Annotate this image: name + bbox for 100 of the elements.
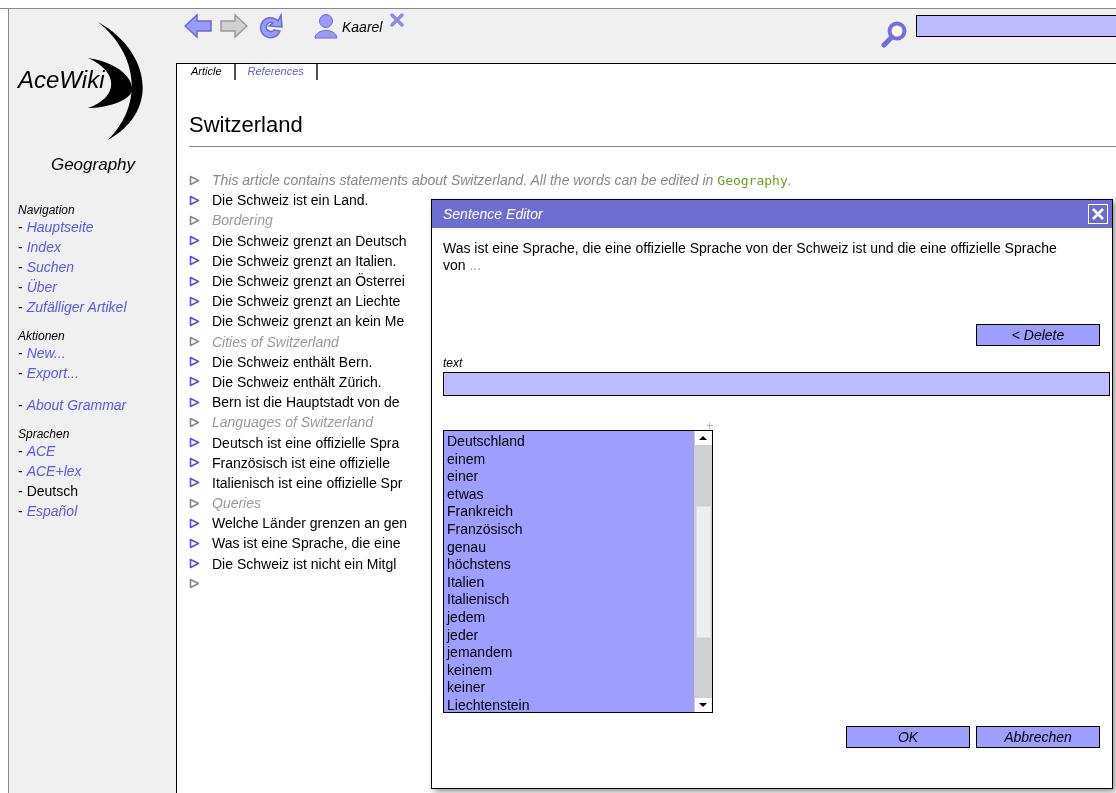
- bullet-dash: -: [18, 278, 23, 297]
- sentence-text[interactable]: Die Schweiz enthält Bern.: [212, 353, 373, 370]
- logout-x-icon[interactable]: [390, 13, 405, 27]
- sentence-menu-icon[interactable]: [189, 275, 200, 287]
- sidebar-link[interactable]: Zufälliger Artikel: [26, 297, 127, 317]
- list-option[interactable]: Französisch: [447, 520, 691, 539]
- section-heading: Languages of Switzerland: [212, 414, 374, 431]
- list-option[interactable]: jeder: [447, 626, 691, 645]
- triangle-icon[interactable]: [189, 174, 200, 186]
- close-icon[interactable]: [1088, 204, 1108, 224]
- sidebar-link[interactable]: Über: [26, 277, 58, 297]
- sentence-text[interactable]: Die Schweiz grenzt an Deutsch: [212, 232, 407, 249]
- section-title: Navigation: [18, 203, 76, 217]
- bullet-dash: -: [18, 482, 23, 501]
- list-option[interactable]: etwas: [447, 485, 691, 504]
- sentence-menu-icon[interactable]: [189, 558, 200, 570]
- sentence-menu-icon[interactable]: [189, 295, 200, 307]
- list-option[interactable]: genau: [447, 538, 691, 557]
- triangle-icon[interactable]: [189, 416, 200, 428]
- sidebar-link[interactable]: Export...: [26, 363, 79, 383]
- article-title: Switzerland: [189, 112, 1116, 147]
- delete-button[interactable]: < Delete: [976, 324, 1100, 346]
- comment-text: This article contains statements about Switzerland. All the words can be edited in Geography.: [212, 172, 792, 189]
- list-option[interactable]: Liechtenstein: [447, 696, 691, 712]
- cancel-button[interactable]: Abbrechen: [976, 726, 1100, 748]
- sidebar-link[interactable]: Suchen: [26, 257, 75, 277]
- dialog-title: Sentence Editor: [443, 206, 543, 222]
- tab[interactable]: Article: [189, 64, 236, 80]
- sentence-text: Was ist eine Sprache, die eine offizielle Sprache von der Schweiz ist und die eine offizielle Sprache von ...: [443, 240, 1058, 275]
- sentence-text[interactable]: Deutsch ist eine offizielle Spra: [212, 434, 400, 451]
- triangle-icon[interactable]: [189, 497, 200, 509]
- ok-button[interactable]: OK: [846, 726, 970, 748]
- word-list-box[interactable]: Deutschland einem einer etwas Frankreich Französisch genau höchstens Italien Italienisch jedem jeder jemandem keinem keiner Liechtenstein: [443, 430, 713, 713]
- sidebar-link[interactable]: Hauptseite: [26, 217, 94, 237]
- list-option[interactable]: jemandem: [447, 644, 691, 662]
- sentence-menu-icon[interactable]: [189, 396, 200, 408]
- triangle-icon[interactable]: [189, 214, 200, 226]
- sentence-menu-icon[interactable]: [189, 477, 200, 489]
- list-option[interactable]: keinem: [447, 661, 691, 680]
- sentence-text[interactable]: Die Schweiz enthält Zürich.: [212, 373, 382, 390]
- search-field[interactable]: [916, 15, 1116, 37]
- tab[interactable]: References: [235, 64, 318, 80]
- sentence-menu-icon[interactable]: [189, 457, 200, 469]
- scroll-up-icon[interactable]: [695, 431, 711, 445]
- back-arrow-icon[interactable]: [184, 13, 212, 39]
- text-input-field[interactable]: [443, 372, 1110, 396]
- list-option[interactable]: höchstens: [447, 556, 691, 574]
- sentence-menu-icon[interactable]: [189, 376, 200, 388]
- section-heading: Queries: [212, 495, 262, 512]
- scroll-down-icon[interactable]: [695, 698, 711, 712]
- sentence-menu-icon[interactable]: [189, 437, 200, 449]
- bullet-dash: -: [18, 218, 23, 237]
- sentence-text[interactable]: Bern ist die Hauptstadt von de: [212, 394, 400, 411]
- section-title: Aktionen: [18, 329, 66, 343]
- section-title: Sprachen: [18, 427, 71, 441]
- bullet-dash: -: [18, 364, 23, 383]
- sentence-menu-icon[interactable]: [189, 356, 200, 368]
- sentence-menu-icon[interactable]: [189, 537, 200, 549]
- sentence-text[interactable]: Die Schweiz grenzt an Liechte: [212, 293, 401, 310]
- scrollbar[interactable]: [694, 431, 712, 712]
- sentence-text[interactable]: Französisch ist eine offizielle: [212, 454, 390, 471]
- list-option[interactable]: einer: [447, 468, 691, 486]
- sentence-text[interactable]: Die Schweiz grenzt an Italien.: [212, 252, 397, 269]
- sidebar-link[interactable]: Index: [26, 237, 61, 257]
- sentence-menu-icon[interactable]: [189, 517, 200, 529]
- bullet-dash: -: [18, 502, 23, 521]
- sidebar-link[interactable]: About Grammar: [26, 395, 127, 415]
- sentence-menu-icon[interactable]: [189, 255, 200, 267]
- sentence-text[interactable]: Die Schweiz ist nicht ein Mitgl: [212, 555, 397, 572]
- list-option[interactable]: Italien: [447, 573, 691, 592]
- search-icon[interactable]: [880, 20, 908, 48]
- section-heading: Cities of Switzerland: [212, 333, 339, 350]
- sidebar-link[interactable]: Deutsch: [26, 481, 79, 501]
- bullet-dash: -: [18, 258, 23, 277]
- sentence-text[interactable]: Die Schweiz ist ein Land.: [212, 192, 369, 209]
- sentence-menu-icon[interactable]: [189, 315, 200, 327]
- sentence-menu-icon[interactable]: [189, 194, 200, 206]
- bullet-dash: -: [18, 396, 23, 415]
- sentence-text[interactable]: Die Schweiz grenzt an Österrei: [212, 273, 405, 290]
- list-option[interactable]: einem: [447, 450, 691, 469]
- sidebar-link[interactable]: New...: [26, 343, 66, 363]
- sentence-menu-icon[interactable]: [189, 235, 200, 247]
- sidebar-link[interactable]: ACE+lex: [26, 461, 82, 481]
- list-option[interactable]: Frankreich: [447, 503, 691, 521]
- sentence-text[interactable]: Was ist eine Sprache, die eine: [212, 535, 401, 552]
- user-icon: [314, 13, 338, 39]
- list-option[interactable]: Italienisch: [447, 591, 691, 609]
- triangle-icon[interactable]: [189, 578, 200, 590]
- sidebar-link[interactable]: ACE: [26, 441, 56, 461]
- scroll-thumb[interactable]: [696, 505, 711, 638]
- sentence-text[interactable]: Die Schweiz grenzt an kein Me: [212, 313, 405, 330]
- list-option[interactable]: keiner: [447, 679, 691, 697]
- triangle-icon[interactable]: [189, 336, 200, 348]
- sentence-text[interactable]: Italienisch ist eine offizielle Spr: [212, 474, 403, 491]
- sentence-text[interactable]: Welche Länder grenzen an gen: [212, 515, 408, 532]
- bullet-dash: -: [18, 462, 23, 481]
- list-option[interactable]: jedem: [447, 608, 691, 627]
- sidebar-link[interactable]: Español: [26, 501, 78, 521]
- bullet-dash: -: [18, 238, 23, 257]
- list-option[interactable]: Deutschland: [447, 433, 691, 451]
